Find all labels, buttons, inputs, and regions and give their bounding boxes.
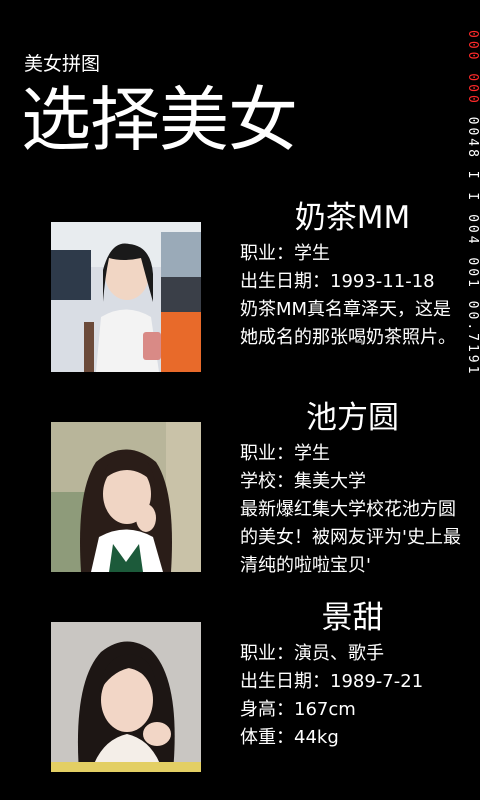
item-name: 池方圆: [306, 400, 399, 436]
item-info: 职业：学生 学校：集美大学 最新爆红集大学校花池方圆的美女！被网友评为'史上最清…: [240, 440, 468, 580]
item-info: 职业：演员、歌手 出生日期：1989-7-21 身高：167cm 体重：44kg: [240, 640, 468, 752]
app-title: 美女拼图: [24, 53, 101, 75]
item-info-line: 职业：学生: [240, 243, 330, 264]
list-item[interactable]: 奶茶MM 职业：学生 出生日期：1993-11-18 奶茶MM真名章泽天，这是她…: [0, 200, 480, 380]
photo-thumbnail: [51, 222, 201, 372]
photo-thumbnail: [51, 622, 201, 772]
item-name: 奶茶MM: [294, 200, 411, 236]
item-info-line: 体重：44kg: [240, 727, 339, 748]
debug-red-text: 000 000: [465, 30, 480, 106]
item-info-line: 出生日期：1993-11-18: [240, 271, 435, 292]
item-info: 职业：学生 出生日期：1993-11-18 奶茶MM真名章泽天，这是她成名的那张…: [240, 240, 468, 352]
list-item[interactable]: 景甜 职业：演员、歌手 出生日期：1989-7-21 身高：167cm 体重：4…: [0, 600, 480, 780]
item-info-line: 职业：演员、歌手: [240, 643, 384, 664]
item-info-line: 学校：集美大学: [240, 471, 366, 492]
item-info-line: 最新爆红集大学校花池方圆的美女！被网友评为'史上最清纯的啦啦宝贝': [240, 499, 461, 576]
item-info-line: 奶茶MM真名章泽天，这是她成名的那张喝奶茶照片。: [240, 299, 456, 348]
item-info-line: 出生日期：1989-7-21: [240, 671, 424, 692]
photo-thumbnail: [51, 422, 201, 572]
page-title: 选择美女: [21, 79, 298, 161]
list-item[interactable]: 池方圆 职业：学生 学校：集美大学 最新爆红集大学校花池方圆的美女！被网友评为'…: [0, 400, 480, 590]
item-info-line: 职业：学生: [240, 443, 330, 464]
item-info-line: 身高：167cm: [240, 699, 356, 720]
item-name: 景甜: [321, 600, 384, 636]
